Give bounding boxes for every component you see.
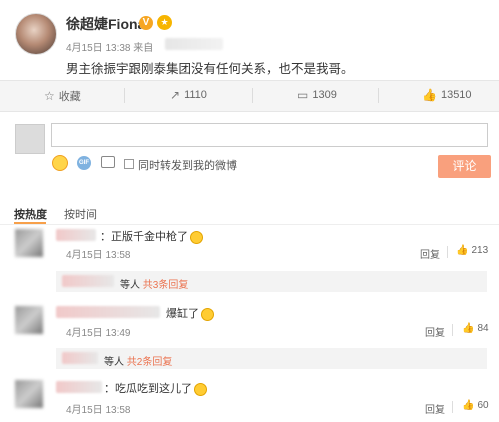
- sub-reply-summary: 等人 共2条回复: [104, 353, 172, 368]
- divider: [378, 88, 379, 103]
- comment-count: 1309: [312, 89, 337, 101]
- emoji-icon: [201, 307, 214, 321]
- divider: [252, 88, 253, 103]
- comment-time: 4月15日 13:49: [66, 328, 131, 339]
- post-text: 男主徐振宇跟刚泰集团没有任何关系，也不是我哥。: [66, 62, 354, 76]
- thumb-up-icon: 👍: [422, 88, 437, 102]
- replier-names-blurred: [62, 275, 114, 287]
- sub-reply-prefix: 等人: [120, 280, 140, 291]
- comment-like-button[interactable]: 👍 213: [456, 245, 488, 256]
- comment-like-count: 60: [477, 400, 489, 411]
- tab-by-popularity[interactable]: 按热度: [14, 206, 47, 222]
- comment-like-button[interactable]: 👍 84: [462, 323, 489, 334]
- repost-icon: ↗: [170, 88, 181, 102]
- commenter-name-blurred[interactable]: [56, 229, 96, 241]
- commenter-avatar[interactable]: [15, 306, 43, 334]
- source-blurred: [165, 38, 223, 50]
- gif-icon[interactable]: GIF: [77, 156, 91, 170]
- emoji-icon: [190, 230, 203, 244]
- sub-reply-summary: 等人 共3条回复: [120, 276, 188, 291]
- post-meta: 4月15日 13:38 来自: [66, 39, 153, 54]
- repost-button[interactable]: ↗ 1110: [170, 88, 207, 102]
- thumb-up-icon: 👍: [462, 400, 475, 411]
- post-via: 来自: [133, 43, 154, 54]
- comment-like-button[interactable]: 👍 60: [462, 400, 489, 411]
- image-icon[interactable]: [101, 156, 115, 168]
- forward-label: 同时转发到我的微博: [138, 160, 237, 172]
- view-replies-link[interactable]: 共3条回复: [143, 280, 189, 291]
- replier-names-blurred: [62, 352, 98, 364]
- commenter-name-blurred[interactable]: [56, 381, 102, 393]
- comment-text-content: 爆缸了: [166, 308, 199, 320]
- comment-text: ：吃瓜吃到这儿了: [104, 380, 207, 396]
- sub-reply-prefix: 等人: [104, 357, 124, 368]
- like-button[interactable]: 👍 13510: [422, 88, 472, 102]
- view-replies-link[interactable]: 共2条回复: [127, 357, 173, 368]
- comment-like-count: 84: [477, 323, 489, 334]
- favorite-button[interactable]: ☆ 收藏: [44, 88, 81, 104]
- commenter-name-blurred[interactable]: [56, 306, 160, 318]
- divider: [447, 246, 448, 258]
- comment-text-content: ：正版千金中枪了: [100, 231, 188, 243]
- favorite-label: 收藏: [58, 91, 81, 103]
- divider: [124, 88, 125, 103]
- comment-text: 爆缸了: [166, 305, 214, 321]
- thumb-up-icon: 👍: [462, 323, 475, 334]
- divider: [452, 401, 453, 413]
- reply-button[interactable]: 回复: [425, 401, 445, 416]
- submit-comment-button[interactable]: 评论: [438, 155, 491, 178]
- comment-time: 4月15日 13:58: [66, 405, 131, 416]
- comment-time: 4月15日 13:58: [66, 250, 131, 261]
- comment-icon: ▭: [297, 88, 309, 102]
- reply-button[interactable]: 回复: [425, 324, 445, 339]
- like-count: 13510: [440, 89, 472, 101]
- thumb-up-icon: 👍: [456, 245, 469, 256]
- divider: [452, 324, 453, 336]
- star-icon: ☆: [44, 89, 55, 103]
- forward-checkbox[interactable]: [124, 159, 134, 169]
- comment-button[interactable]: ▭ 1309: [297, 88, 337, 102]
- post-username[interactable]: 徐超婕Fiona: [66, 14, 145, 34]
- comment-input[interactable]: [51, 123, 488, 147]
- comment-like-count: 213: [471, 245, 489, 256]
- comment-text: ：正版千金中枪了: [100, 228, 203, 244]
- divider: [0, 224, 499, 225]
- verified-badge-icon: V: [139, 16, 153, 30]
- comment-text-content: ：吃瓜吃到这儿了: [104, 383, 192, 395]
- emoji-icon: [194, 382, 207, 396]
- action-bar: ☆ 收藏 ↗ 1110 ▭ 1309 👍 13510: [0, 80, 499, 112]
- reply-button[interactable]: 回复: [420, 246, 440, 261]
- member-badge-icon: ★: [157, 15, 172, 30]
- commenter-avatar[interactable]: [15, 380, 43, 408]
- composer-avatar: [15, 124, 45, 154]
- tab-by-time[interactable]: 按时间: [64, 206, 97, 222]
- emoji-icon[interactable]: [52, 155, 68, 171]
- repost-count: 1110: [184, 89, 207, 101]
- avatar[interactable]: [15, 13, 57, 55]
- post-date[interactable]: 4月15日 13:38: [66, 43, 131, 54]
- commenter-avatar[interactable]: [15, 229, 43, 257]
